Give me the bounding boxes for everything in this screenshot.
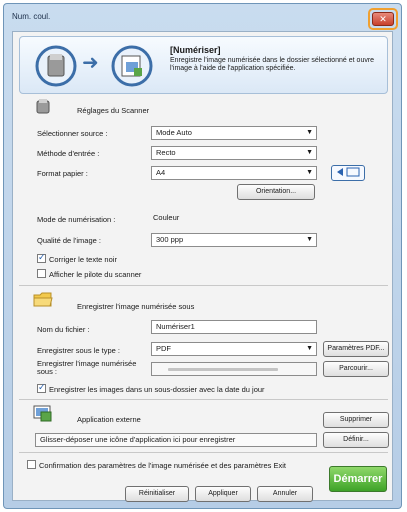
source-value: Mode Auto	[156, 128, 192, 137]
dialog-window: Num. coul. ✕ ➜ [Numériser] Enregistre l'…	[3, 3, 402, 509]
correct-black-text-checkbox[interactable]	[37, 252, 46, 263]
delete-button[interactable]: Supprimer	[323, 412, 389, 428]
orientation-icon	[337, 167, 360, 177]
chevron-down-icon: ▼	[306, 345, 313, 352]
start-button[interactable]: Démarrer	[329, 466, 387, 492]
confirm-settings-label: Confirmation des paramètres de l'image n…	[39, 461, 286, 470]
subfolder-label: Enregistrer les images dans un sous-doss…	[49, 385, 265, 394]
source-select[interactable]: Mode Auto ▼	[151, 126, 317, 140]
file-type-select[interactable]: PDF ▼	[151, 342, 317, 356]
confirm-settings-checkbox[interactable]	[27, 460, 36, 469]
save-path-label: Enregistrer l'image numérisée sous :	[37, 359, 137, 376]
file-type-label: Enregistrer sous le type :	[37, 346, 120, 355]
cancel-button[interactable]: Annuler	[257, 486, 313, 502]
save-section-divider	[19, 285, 388, 286]
input-method-value: Recto	[156, 148, 176, 157]
filename-input[interactable]: Numériser1	[151, 320, 317, 334]
external-app-icon	[33, 405, 52, 422]
image-quality-select[interactable]: 300 ppp ▼	[151, 233, 317, 247]
pdf-settings-button[interactable]: Paramètres PDF...	[323, 341, 389, 357]
image-quality-value: 300 ppp	[156, 235, 184, 244]
correct-black-text-label: Corriger le texte noir	[49, 255, 117, 264]
window-title: Num. coul.	[12, 12, 51, 21]
chevron-down-icon: ▼	[306, 236, 313, 243]
image-quality-label: Qualité de l'image :	[37, 236, 101, 245]
paper-format-value: A4	[156, 168, 166, 177]
close-button[interactable]: ✕	[372, 12, 394, 26]
blurred-path	[168, 368, 278, 371]
input-method-select[interactable]: Recto ▼	[151, 146, 317, 160]
orientation-button[interactable]: Orientation...	[237, 184, 315, 200]
file-type-value: PDF	[156, 344, 171, 353]
external-section-divider	[19, 399, 388, 400]
chevron-down-icon: ▼	[306, 149, 313, 156]
arrow-icon: ➜	[82, 52, 99, 74]
save-section-header: Enregistrer l'image numérisée sous	[77, 302, 195, 311]
show-driver-label: Afficher le pilote du scanner	[49, 270, 142, 279]
banner-title: [Numériser]	[170, 45, 221, 55]
save-path-field	[151, 362, 317, 376]
orientation-preview-button[interactable]	[331, 165, 365, 181]
show-driver-checkbox[interactable]	[37, 269, 46, 278]
scanner-icon	[36, 99, 50, 114]
paper-format-label: Format papier :	[37, 169, 88, 178]
banner-description: Enregistre l'image numérisée dans le dos…	[170, 57, 375, 72]
paper-format-select[interactable]: A4 ▼	[151, 166, 317, 180]
external-app-header: Application externe	[77, 415, 141, 424]
filename-label: Nom du fichier :	[37, 325, 90, 334]
app-drop-zone[interactable]: Glisser-déposer une icône d'application …	[35, 433, 317, 447]
reset-button[interactable]: Réinitialiser	[125, 486, 189, 502]
chevron-down-icon: ▼	[306, 169, 313, 176]
scanner-settings-header: Réglages du Scanner	[77, 106, 150, 115]
apply-button[interactable]: Appliquer	[195, 486, 251, 502]
folder-icon	[33, 292, 53, 307]
scan-mode-label: Mode de numérisation :	[37, 215, 116, 224]
title-bar: Num. coul. ✕	[4, 4, 401, 30]
dialog-content: ➜ [Numériser] Enregistre l'image numéris…	[12, 31, 393, 502]
source-label: Sélectionner source :	[37, 129, 108, 138]
chevron-down-icon: ▼	[306, 129, 313, 136]
subfolder-checkbox[interactable]	[37, 382, 46, 393]
footer-divider	[19, 452, 388, 453]
input-method-label: Méthode d'entrée :	[37, 149, 100, 158]
define-button[interactable]: Définir...	[323, 432, 389, 448]
close-icon: ✕	[379, 14, 387, 24]
action-banner: ➜ [Numériser] Enregistre l'image numéris…	[19, 36, 388, 94]
browse-button[interactable]: Parcourir...	[323, 361, 389, 377]
scan-mode-value: Couleur	[153, 213, 180, 222]
